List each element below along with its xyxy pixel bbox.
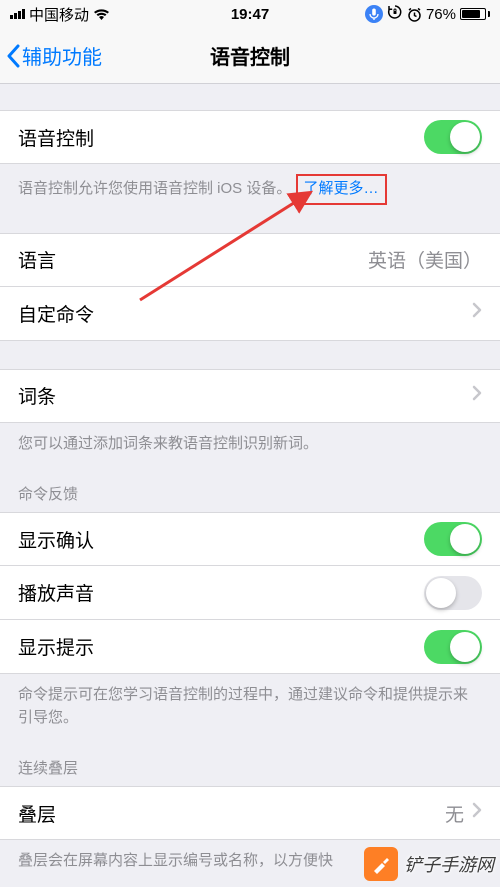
vocabulary-label: 词条 [18,382,56,409]
language-value: 英语（美国） [368,246,482,273]
overlay-header: 连续叠层 [0,757,500,786]
back-label: 辅助功能 [22,41,102,70]
feedback-header: 命令反馈 [0,483,500,512]
play-sound-toggle[interactable] [424,576,482,610]
battery-icon [460,8,490,20]
voice-control-label: 语音控制 [18,124,94,151]
vocabulary-footer: 您可以通过添加词条来教语音控制识别新词。 [0,423,500,456]
chevron-left-icon [6,44,20,68]
battery-percent: 76% [426,6,456,23]
orientation-lock-icon [387,4,403,24]
show-hints-row: 显示提示 [0,620,500,674]
page-title: 语音控制 [210,41,290,70]
custom-commands-row[interactable]: 自定命令 [0,287,500,341]
play-sound-label: 播放声音 [18,579,94,606]
alarm-icon [407,7,422,22]
mic-icon [365,5,383,23]
play-sound-row: 播放声音 [0,566,500,620]
vocabulary-row[interactable]: 词条 [0,369,500,423]
overlay-label: 叠层 [18,800,56,827]
show-hints-toggle[interactable] [424,630,482,664]
language-label: 语言 [18,246,56,273]
learn-more-link[interactable]: 了解更多… [296,174,387,205]
signal-icon [10,9,25,19]
watermark-text: 铲子手游网 [404,851,494,877]
overlay-row[interactable]: 叠层 无 [0,786,500,840]
show-confirmation-label: 显示确认 [18,526,94,553]
voice-control-toggle[interactable] [424,120,482,154]
chevron-right-icon [472,302,482,324]
status-bar: 中国移动 19:47 76% [0,0,500,28]
voice-control-row: 语音控制 [0,110,500,164]
back-button[interactable]: 辅助功能 [6,28,102,83]
show-hints-label: 显示提示 [18,633,94,660]
show-confirmation-row: 显示确认 [0,512,500,566]
custom-commands-label: 自定命令 [18,300,94,327]
wifi-icon [93,8,110,21]
voice-control-footer: 语音控制允许您使用语音控制 iOS 设备。 了解更多… [0,164,500,205]
watermark-logo-icon [364,847,398,881]
chevron-right-icon [472,385,482,407]
nav-bar: 辅助功能 语音控制 [0,28,500,84]
overlay-value: 无 [445,800,464,827]
feedback-footer: 命令提示可在您学习语音控制的过程中，通过建议命令和提供提示来引导您。 [0,674,500,729]
watermark: 铲子手游网 [364,847,494,881]
show-confirmation-toggle[interactable] [424,522,482,556]
carrier-label: 中国移动 [29,4,89,25]
chevron-right-icon [472,802,482,824]
language-row[interactable]: 语言 英语（美国） [0,233,500,287]
